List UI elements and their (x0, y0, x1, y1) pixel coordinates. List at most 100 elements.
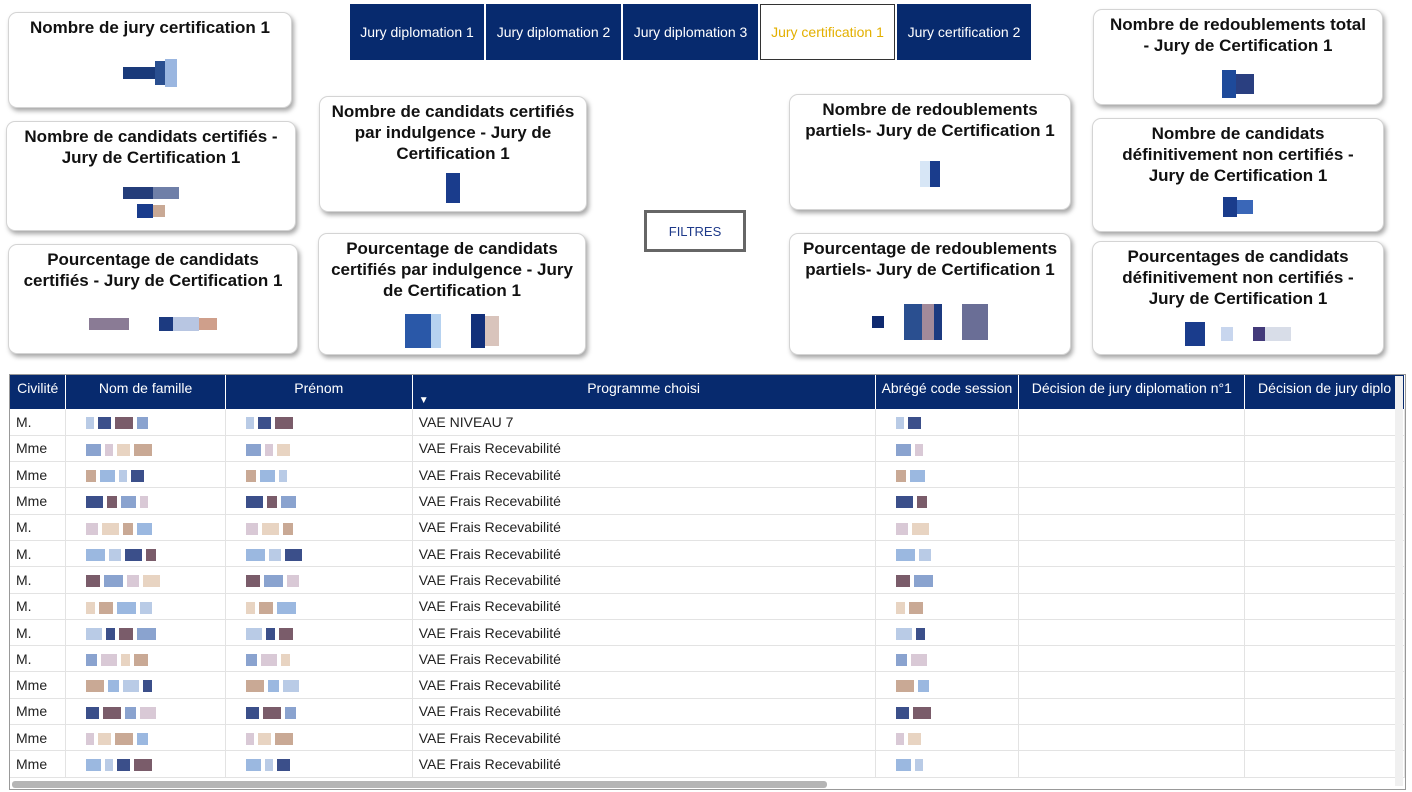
redacted-value (245, 470, 256, 483)
redacted-value (115, 417, 134, 430)
card-pct-definitivement-non-certifies: Pourcentages de candidats définitivement… (1092, 241, 1384, 355)
redacted-value (264, 759, 273, 772)
cell-decision-jury-2 (1244, 566, 1405, 594)
redacted-value (140, 706, 157, 719)
cell-code-session (875, 593, 1020, 620)
cell-prenom (225, 698, 413, 726)
tab-jury-certification-1[interactable]: Jury certification 1 (760, 4, 895, 60)
table-row[interactable]: M. VAE Frais Recevabilité (10, 593, 1405, 620)
redacted-value (86, 680, 105, 693)
redacted-value (895, 575, 910, 588)
redacted-value (918, 548, 931, 561)
table-row[interactable]: M. VAE Frais Recevabilité (10, 540, 1405, 568)
redacted-value (121, 496, 137, 509)
redacted-value (915, 627, 925, 640)
cell-decision-jury-2 (1244, 750, 1405, 778)
redacted-value (245, 680, 264, 693)
tab-jury-diplomation-2[interactable]: Jury diplomation 2 (486, 4, 621, 60)
card-title: Nombre de candidats définitivement non c… (1122, 124, 1354, 185)
sort-descending-icon[interactable]: ▼ (419, 395, 429, 406)
card-title: Nombre de candidats certifiés par indulg… (331, 102, 575, 163)
card-pct-certifies-indulgence: Pourcentage de candidats certifiés par i… (318, 233, 586, 355)
redacted-value (260, 654, 277, 667)
redacted-value (104, 575, 124, 588)
filters-button[interactable]: FILTRES (644, 210, 746, 252)
redacted-value (109, 548, 122, 561)
table-row[interactable]: Mme VAE Frais Recevabilité (10, 724, 1405, 752)
card-nb-redoublements-partiels: Nombre de redoublements partiels- Jury d… (789, 94, 1071, 210)
cell-decision-jury-1 (1018, 645, 1246, 673)
cell-decision-jury-2 (1244, 461, 1405, 489)
cell-code-session (875, 435, 1020, 463)
column-header-programme[interactable]: Programme choisi ▼ (412, 375, 876, 409)
cell-decision-jury-1 (1018, 435, 1246, 463)
cell-civilite: Mme (10, 698, 67, 726)
redacted-value (913, 575, 933, 588)
table-row[interactable]: M. VAE Frais Recevabilité (10, 514, 1405, 541)
redacted-value (86, 706, 100, 719)
cell-code-session (875, 514, 1020, 541)
redacted-value (916, 496, 927, 509)
redacted-value (895, 706, 909, 719)
column-header-label: Programme choisi (587, 380, 701, 396)
table-row[interactable]: M. VAE Frais Recevabilité (10, 619, 1405, 647)
redacted-value (895, 601, 905, 614)
table-row[interactable]: Mme VAE Frais Recevabilité (10, 435, 1405, 463)
cell-prenom (225, 645, 413, 673)
card-nb-definitivement-non-certifies: Nombre de candidats définitivement non c… (1092, 118, 1384, 232)
redacted-value (274, 417, 293, 430)
tab-jury-diplomation-1[interactable]: Jury diplomation 1 (350, 4, 484, 60)
candidates-table: Civilité Nom de famille Prénom Programme… (9, 374, 1406, 790)
cell-programme: VAE Frais Recevabilité (412, 435, 876, 463)
card-title: Nombre de redoublements partiels- Jury d… (805, 100, 1055, 140)
table-row[interactable]: Mme VAE Frais Recevabilité (10, 671, 1405, 699)
column-header-prenom[interactable]: Prénom (225, 375, 413, 409)
cell-nom (65, 540, 226, 568)
redacted-value (914, 443, 923, 456)
cell-decision-jury-2 (1244, 540, 1405, 568)
column-header-decision-jury-1[interactable]: Décision de jury diplomation n°1 (1018, 375, 1246, 409)
table-row[interactable]: Mme VAE Frais Recevabilité (10, 487, 1405, 515)
redacted-value (245, 575, 260, 588)
cell-civilite: M. (10, 409, 67, 436)
tab-jury-diplomation-3[interactable]: Jury diplomation 3 (623, 4, 758, 60)
redacted-value (282, 522, 293, 535)
table-row[interactable]: Mme VAE Frais Recevabilité (10, 461, 1405, 489)
cell-decision-jury-2 (1244, 435, 1405, 463)
cell-programme: VAE Frais Recevabilité (412, 593, 876, 620)
column-header-civilite[interactable]: Civilité (10, 375, 67, 409)
redacted-value (278, 627, 293, 640)
redacted-value (276, 443, 290, 456)
table-row[interactable]: M. VAE NIVEAU 7 (10, 409, 1405, 436)
redacted-value (117, 759, 131, 772)
column-header-decision-jury-2[interactable]: Décision de jury diplo (1244, 375, 1405, 409)
redacted-value (105, 443, 114, 456)
redacted-value (262, 706, 281, 719)
tab-jury-certification-2[interactable]: Jury certification 2 (897, 4, 1031, 60)
column-header-code-session[interactable]: Abrégé code session (875, 375, 1020, 409)
cell-programme: VAE Frais Recevabilité (412, 671, 876, 699)
vertical-scrollbar[interactable] (1395, 376, 1403, 786)
card-value-redacted (1093, 197, 1383, 217)
cell-nom (65, 750, 226, 778)
redacted-value (245, 627, 262, 640)
table-header-row: Civilité Nom de famille Prénom Programme… (10, 375, 1405, 409)
table-row[interactable]: M. VAE Frais Recevabilité (10, 566, 1405, 594)
card-pct-redoublements-partiels: Pourcentage de redoublements partiels- J… (789, 233, 1071, 355)
redacted-value (102, 522, 120, 535)
cell-code-session (875, 619, 1020, 647)
redacted-value (259, 470, 275, 483)
redacted-value (86, 417, 95, 430)
cell-civilite: M. (10, 593, 67, 620)
redacted-value (123, 522, 134, 535)
table-row[interactable]: Mme VAE Frais Recevabilité (10, 698, 1405, 726)
redacted-value (895, 470, 906, 483)
horizontal-scrollbar[interactable] (12, 781, 827, 788)
redacted-value (103, 706, 122, 719)
table-row[interactable]: Mme VAE Frais Recevabilité (10, 750, 1405, 778)
cell-civilite: Mme (10, 461, 67, 489)
table-row[interactable]: M. VAE Frais Recevabilité (10, 645, 1405, 673)
redacted-value (108, 680, 120, 693)
column-header-nom[interactable]: Nom de famille (65, 375, 226, 409)
cell-decision-jury-2 (1244, 409, 1405, 436)
